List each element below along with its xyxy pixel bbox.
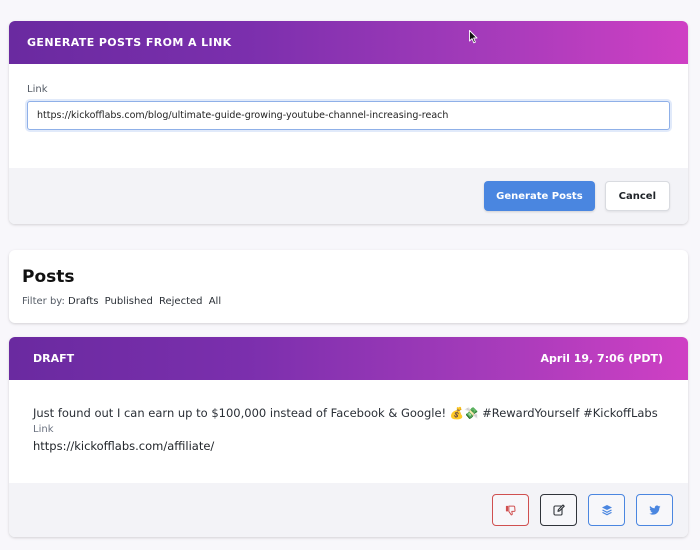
twitter-icon xyxy=(648,505,660,515)
draft-post-card: DRAFT April 19, 7:06 (PDT) Just found ou… xyxy=(9,337,688,537)
filter-label: Filter by: xyxy=(22,296,65,307)
layers-icon xyxy=(601,505,612,516)
filter-rejected[interactable]: Rejected xyxy=(159,296,203,307)
cancel-button[interactable]: Cancel xyxy=(604,181,670,211)
post-text: Just found out I can earn up to $100,000… xyxy=(33,406,658,420)
link-field-label: Link xyxy=(27,84,48,95)
draft-post-actions xyxy=(9,483,688,537)
generate-posts-footer: Generate Posts Cancel xyxy=(9,168,688,224)
edit-button[interactable] xyxy=(540,494,577,526)
link-input[interactable] xyxy=(27,101,670,130)
posts-card: Posts Filter by: Drafts Published Reject… xyxy=(9,250,688,323)
draft-post-header: DRAFT April 19, 7:06 (PDT) xyxy=(9,337,688,380)
edit-icon xyxy=(552,504,565,516)
mouse-cursor-icon xyxy=(469,30,478,44)
post-link[interactable]: https://kickofflabs.com/affiliate/ xyxy=(33,439,664,453)
draft-post-body: Just found out I can earn up to $100,000… xyxy=(9,380,688,483)
generate-posts-body: Link xyxy=(9,64,688,168)
generate-posts-header: GENERATE POSTS FROM A LINK xyxy=(9,21,688,64)
filter-drafts[interactable]: Drafts xyxy=(68,296,98,307)
reject-button[interactable] xyxy=(492,494,529,526)
layers-button[interactable] xyxy=(588,494,625,526)
generate-posts-title: GENERATE POSTS FROM A LINK xyxy=(27,36,232,49)
filter-all[interactable]: All xyxy=(209,296,221,307)
draft-status: DRAFT xyxy=(33,352,75,365)
generate-posts-button[interactable]: Generate Posts xyxy=(484,181,595,211)
filter-published[interactable]: Published xyxy=(105,296,153,307)
post-link-label: Link xyxy=(33,424,54,435)
posts-title: Posts xyxy=(22,267,75,287)
twitter-button[interactable] xyxy=(636,494,673,526)
draft-timestamp: April 19, 7:06 (PDT) xyxy=(540,352,663,365)
filter-row: Filter by: Drafts Published Rejected All xyxy=(22,296,675,307)
thumbs-down-icon xyxy=(505,505,516,515)
generate-posts-card: GENERATE POSTS FROM A LINK Link Generate… xyxy=(9,21,688,224)
